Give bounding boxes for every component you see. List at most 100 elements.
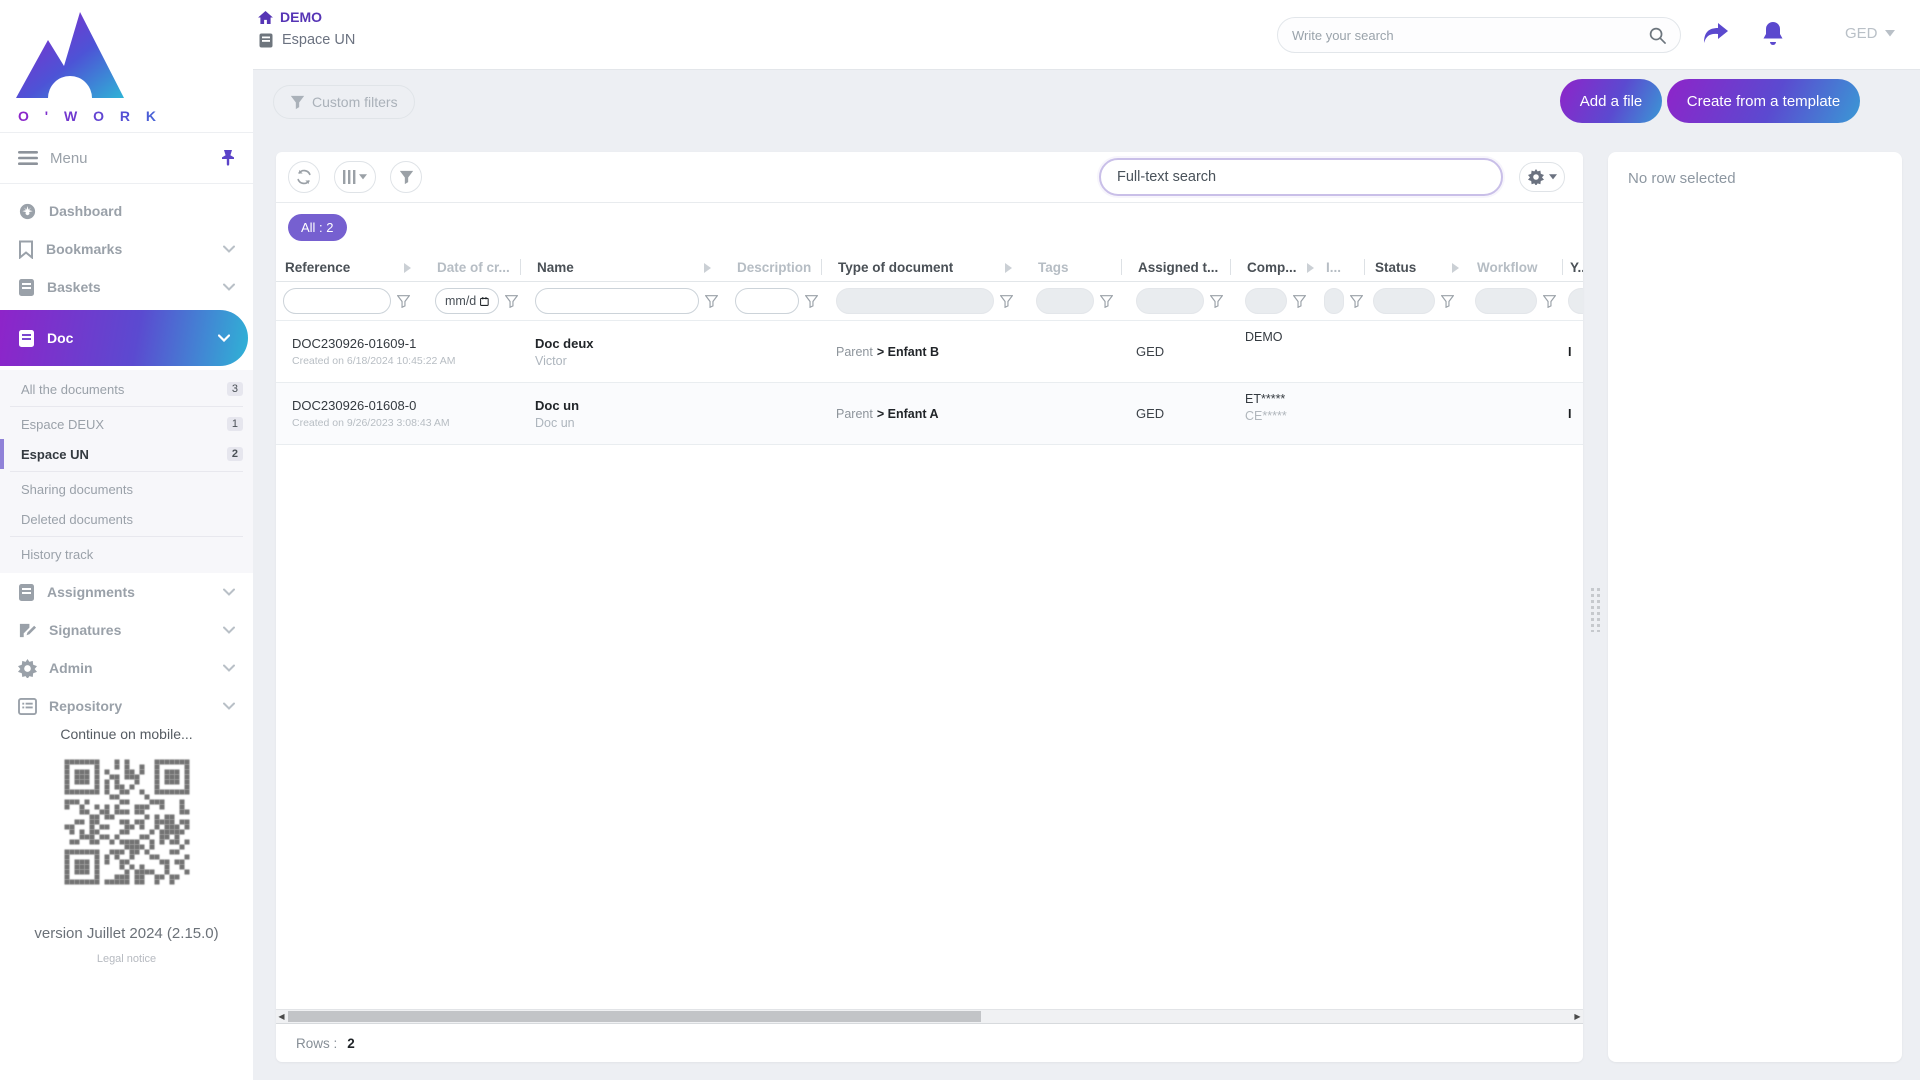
global-search-input[interactable]	[1292, 27, 1649, 43]
grid-footer: Rows : 2	[276, 1024, 1583, 1062]
breadcrumb-space[interactable]: Espace UN	[259, 32, 355, 48]
version-label: version Juillet 2024 (2.15.0)	[34, 925, 219, 942]
sidebar-item-history-track[interactable]: History track	[0, 539, 253, 569]
column-header-assigned-to[interactable]: Assigned t...	[1136, 259, 1245, 275]
scroll-right-arrow[interactable]: ▶	[1572, 1010, 1583, 1023]
hamburger-icon[interactable]	[18, 151, 38, 165]
chevron-down-icon	[223, 245, 235, 253]
column-header-company[interactable]: Comp...	[1245, 260, 1324, 275]
notifications-button[interactable]	[1761, 20, 1785, 47]
column-header-tags[interactable]: Tags	[1036, 259, 1136, 275]
y-cell-clipped: I	[1568, 406, 1572, 421]
horizontal-scrollbar[interactable]: ◀ ▶	[276, 1009, 1583, 1024]
name-filter-input[interactable]	[535, 288, 699, 314]
sidebar-item-assignments[interactable]: Assignments	[0, 573, 253, 611]
tags-cell	[1036, 383, 1136, 444]
funnel-icon[interactable]	[397, 294, 410, 308]
filter-button[interactable]	[390, 161, 422, 193]
legal-notice-link[interactable]: Legal notice	[0, 953, 253, 965]
sidebar-item-deleted-documents[interactable]: Deleted documents	[0, 504, 253, 534]
workflow-cell	[1475, 383, 1568, 444]
sidebar-item-sharing-documents[interactable]: Sharing documents	[0, 474, 253, 504]
company-cell: DEMO	[1245, 330, 1283, 344]
type-filter-input[interactable]	[836, 288, 994, 314]
column-header-name[interactable]: Name	[535, 260, 735, 275]
add-file-button[interactable]: Add a file	[1560, 79, 1662, 123]
y-cell-clipped: I	[1568, 344, 1572, 359]
filter-chip-row: All : 2	[276, 203, 1583, 251]
fulltext-search-input[interactable]	[1099, 158, 1503, 196]
sidebar-item-bookmarks[interactable]: Bookmarks	[0, 230, 253, 268]
table-row[interactable]: w DOC230926-01609-1 Created on 6/18/2024…	[276, 321, 1583, 383]
custom-filters-button[interactable]: Custom filters	[273, 85, 415, 119]
grid-settings-button[interactable]	[1519, 162, 1565, 192]
sidebar-item-espace-un[interactable]: Espace UN 2	[0, 439, 253, 469]
i-filter-input[interactable]	[1324, 288, 1344, 314]
sidebar-item-doc[interactable]: Doc	[0, 310, 248, 366]
sidebar-item-dashboard[interactable]: Dashboard	[0, 192, 253, 230]
breadcrumb: DEMO Espace UN	[258, 9, 355, 48]
pin-sidebar-icon[interactable]	[221, 150, 235, 166]
search-icon[interactable]	[1649, 27, 1666, 44]
y-filter-input[interactable]	[1568, 288, 1583, 314]
sidebar-item-all-documents[interactable]: All the documents 3	[0, 374, 253, 404]
company-cell: ET***** CE*****	[1245, 392, 1287, 423]
sidebar-item-repository[interactable]: Repository	[0, 687, 253, 725]
column-header-workflow[interactable]: Workflow	[1475, 259, 1568, 275]
sidebar-item-admin[interactable]: Admin	[0, 649, 253, 687]
filter-workflow	[1475, 288, 1568, 314]
sidebar-item-signatures[interactable]: Signatures	[0, 611, 253, 649]
description-filter-input[interactable]	[735, 288, 799, 314]
sidebar-item-baskets[interactable]: Baskets	[0, 268, 253, 306]
funnel-icon[interactable]	[705, 294, 718, 308]
table-row[interactable]: DOC230926-01608-0 Created on 9/26/2023 3…	[276, 383, 1583, 445]
divider	[10, 536, 243, 537]
sidebar-item-espace-deux[interactable]: Espace DEUX 1	[0, 409, 253, 439]
filter-description	[735, 288, 836, 314]
panel-resize-handle[interactable]	[1590, 588, 1601, 632]
share-button[interactable]	[1701, 22, 1729, 46]
column-header-date-of-creation[interactable]: Date of cr...	[435, 259, 535, 275]
sidebar: O ' W O R K Menu Dashboard Bookmarks Bas…	[0, 0, 253, 1080]
funnel-icon[interactable]	[805, 294, 818, 308]
funnel-icon[interactable]	[1000, 294, 1013, 308]
tags-filter-input[interactable]	[1036, 288, 1094, 314]
scroll-left-arrow[interactable]: ◀	[276, 1010, 287, 1023]
global-search	[1277, 17, 1681, 53]
funnel-icon[interactable]	[1293, 294, 1306, 308]
assigned-filter-input[interactable]	[1136, 288, 1204, 314]
column-header-type-of-document[interactable]: Type of document	[836, 260, 1036, 275]
table-header-row: Reference Date of cr... Name Description…	[276, 251, 1583, 281]
column-header-status[interactable]: Status	[1373, 260, 1475, 275]
refresh-button[interactable]	[288, 161, 320, 193]
column-header-description[interactable]: Description	[735, 259, 836, 275]
columns-button[interactable]	[334, 161, 376, 193]
scrollbar-thumb[interactable]	[288, 1011, 981, 1022]
sidebar-nav: Dashboard Bookmarks Baskets Doc All the …	[0, 184, 253, 725]
filter-i	[1324, 288, 1373, 314]
workflow-filter-input[interactable]	[1475, 288, 1537, 314]
column-header-y[interactable]: Y...	[1568, 260, 1583, 275]
funnel-icon[interactable]	[1543, 294, 1556, 308]
create-from-template-button[interactable]: Create from a template	[1667, 79, 1860, 123]
all-filter-chip[interactable]: All : 2	[288, 213, 347, 241]
funnel-icon[interactable]	[1441, 294, 1454, 308]
topbar: DEMO Espace UN Write your search GED	[253, 0, 1920, 70]
company-filter-input[interactable]	[1245, 288, 1287, 314]
status-filter-input[interactable]	[1373, 288, 1435, 314]
divider	[10, 406, 243, 407]
date-filter-input[interactable]: mm/d	[435, 288, 499, 314]
funnel-icon[interactable]	[505, 294, 518, 308]
funnel-icon[interactable]	[1350, 294, 1363, 308]
sort-caret-icon	[404, 262, 411, 273]
book-icon	[259, 33, 273, 47]
reference-filter-input[interactable]	[283, 288, 391, 314]
account-menu[interactable]: GED	[1845, 25, 1895, 42]
refresh-icon	[297, 169, 311, 185]
filter-status	[1373, 288, 1475, 314]
column-header-reference[interactable]: Reference	[283, 260, 435, 275]
funnel-icon[interactable]	[1100, 294, 1113, 308]
funnel-icon[interactable]	[1210, 294, 1223, 308]
breadcrumb-home[interactable]: DEMO	[258, 9, 355, 25]
column-header-i[interactable]: I...	[1324, 259, 1373, 275]
